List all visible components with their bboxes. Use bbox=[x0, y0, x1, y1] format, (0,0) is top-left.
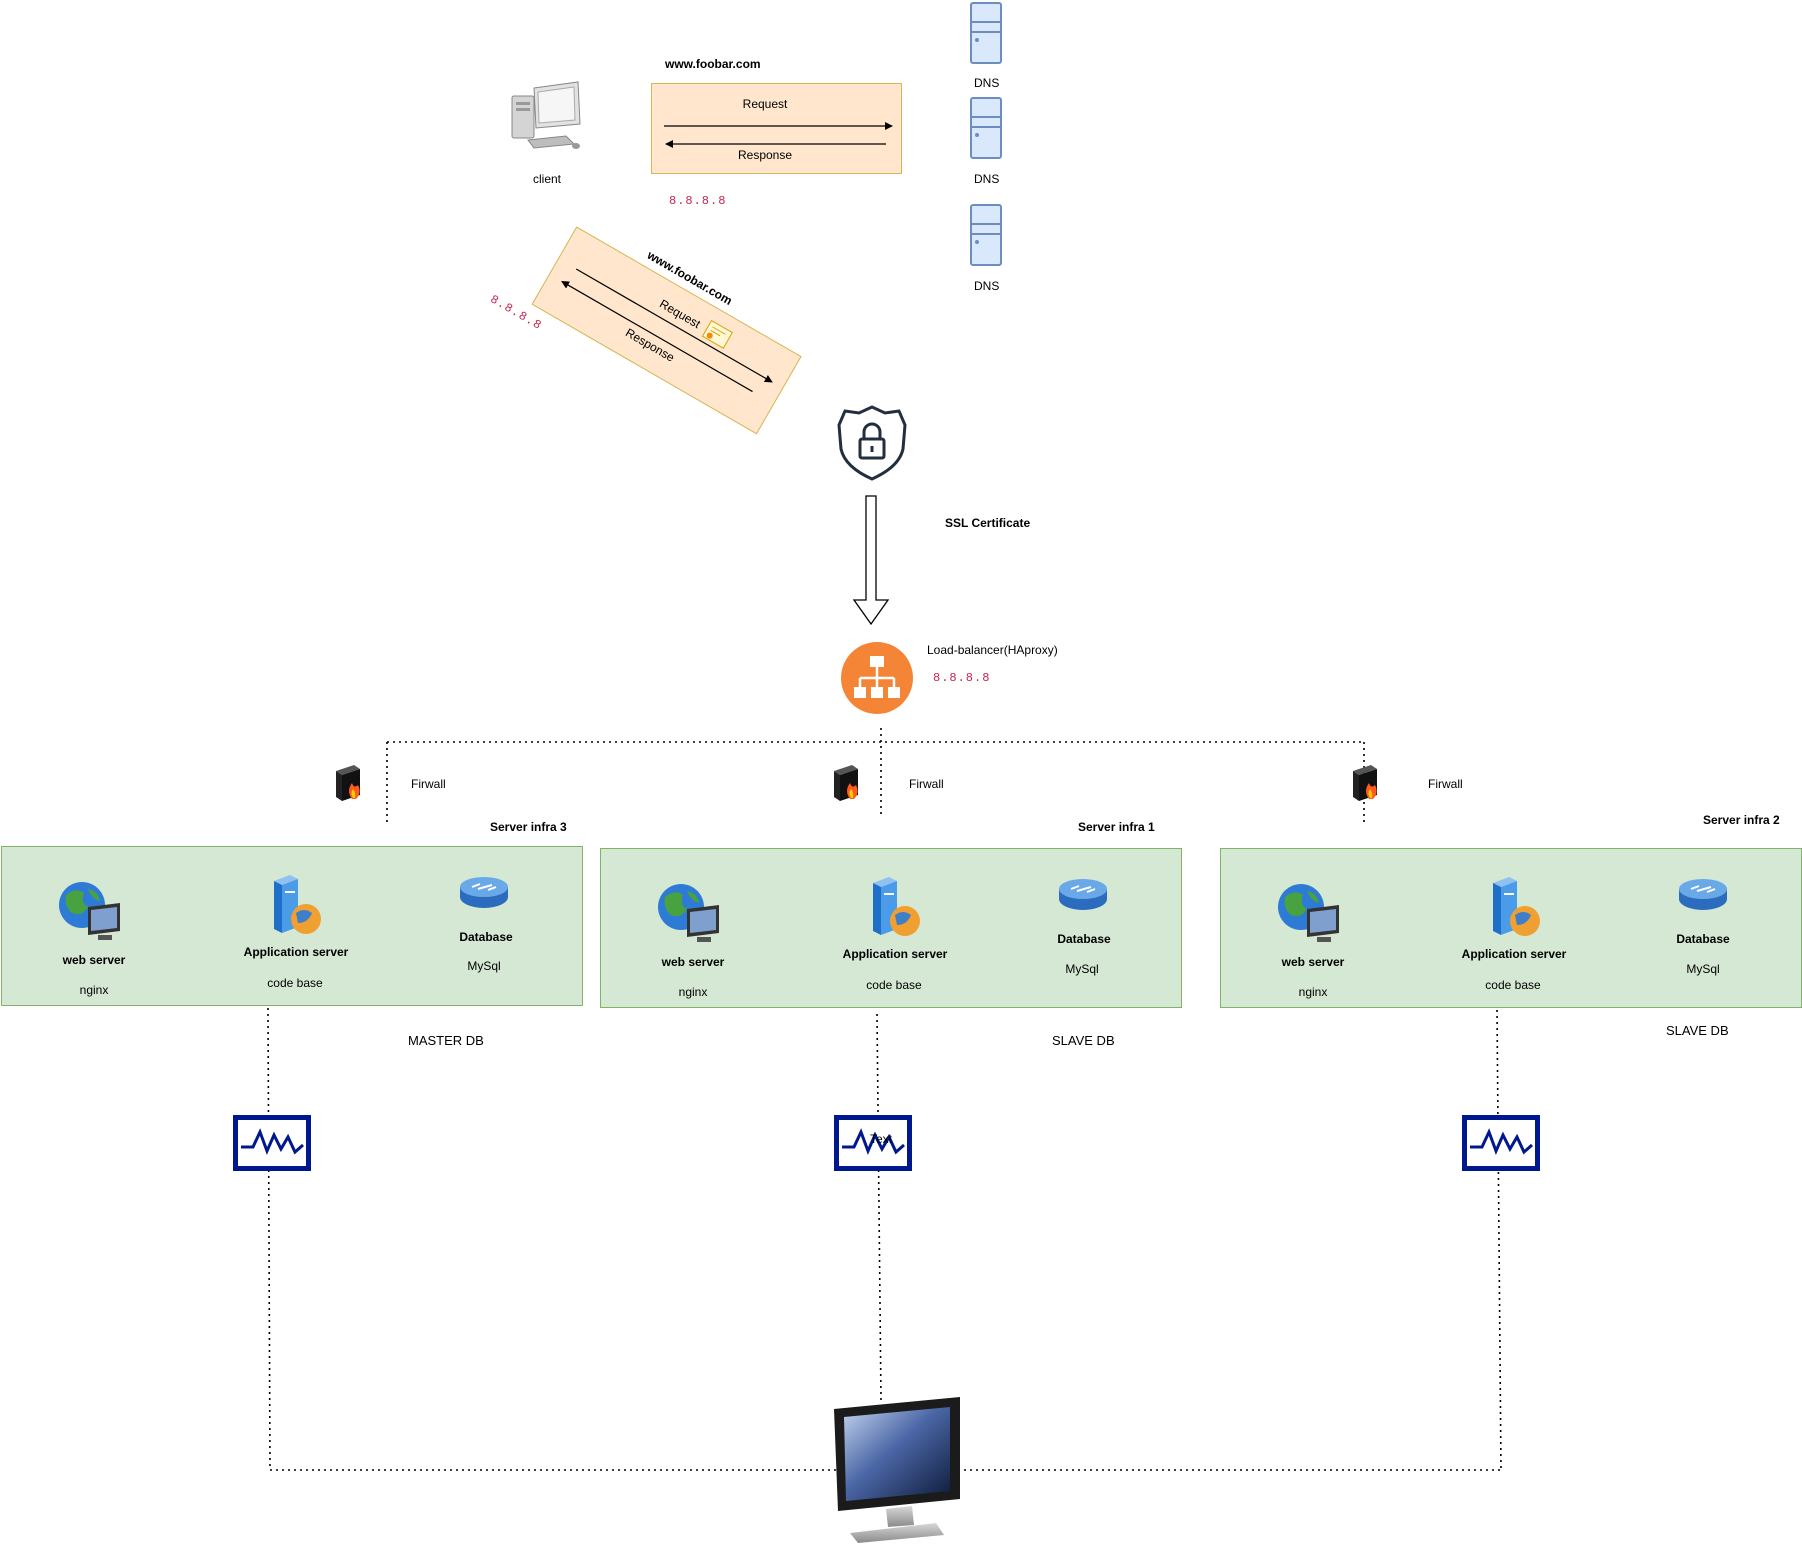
response-label: Response bbox=[737, 148, 793, 162]
dns-label-2: DNS bbox=[974, 172, 1000, 186]
application-server-icon bbox=[268, 873, 324, 944]
globe-web-server-icon bbox=[58, 881, 124, 948]
database-sub: MySql bbox=[1065, 962, 1099, 976]
firewall-label-3: Firwall bbox=[1428, 777, 1463, 791]
database-label: Database bbox=[459, 930, 513, 944]
ip-label: 8.8.8.8 bbox=[669, 194, 727, 208]
database-label: Database bbox=[1676, 932, 1730, 946]
dns-server-icon bbox=[970, 204, 1002, 271]
web-server-label: web server bbox=[62, 953, 126, 967]
monitoring-lines bbox=[267, 947, 1502, 1471]
web-server-label: web server bbox=[1281, 955, 1345, 969]
firewall-icon bbox=[830, 763, 864, 808]
db-role-label: SLAVE DB bbox=[1052, 1033, 1115, 1048]
application-server-icon bbox=[867, 875, 923, 946]
client-label: client bbox=[533, 172, 562, 186]
application-server-sub: code base bbox=[267, 976, 323, 990]
database-sub: MySql bbox=[1686, 962, 1720, 976]
monitor-overlay-text: Text bbox=[870, 1132, 893, 1146]
domain-label: www.foobar.com bbox=[665, 57, 761, 71]
firewall-icon bbox=[1349, 763, 1383, 808]
dns-label-1: DNS bbox=[974, 76, 1000, 90]
load-balancer-icon bbox=[840, 641, 914, 720]
dns-label-3: DNS bbox=[974, 279, 1000, 293]
load-balancer-ip: 8.8.8.8 bbox=[933, 671, 991, 685]
monitor-display-icon bbox=[832, 1395, 964, 1550]
globe-web-server-icon bbox=[657, 883, 723, 950]
db-role-label: SLAVE DB bbox=[1666, 1023, 1729, 1038]
monitoring-icon: Text bbox=[834, 1115, 912, 1176]
server-infra-box: web server nginx Application server code… bbox=[600, 848, 1182, 1008]
security-shield-lock-icon bbox=[833, 403, 911, 488]
application-server-icon bbox=[1487, 875, 1543, 946]
server-infra-box: web server nginx Application server code… bbox=[1220, 848, 1802, 1008]
load-balancer-label: Load-balancer(HAproxy) bbox=[927, 643, 1058, 657]
globe-web-server-icon bbox=[1277, 883, 1343, 950]
ssl-to-lb-arrow bbox=[852, 495, 890, 626]
server-infra-title: Server infra 1 bbox=[1078, 820, 1155, 834]
dns-server-icon bbox=[970, 2, 1002, 69]
lb-distribution-lines bbox=[386, 728, 1365, 824]
monitoring-icon bbox=[233, 1115, 311, 1176]
web-server-label: web server bbox=[661, 955, 725, 969]
server-infra-title: Server infra 2 bbox=[1703, 813, 1780, 827]
database-icon bbox=[458, 875, 510, 916]
dns-server-icon bbox=[970, 97, 1002, 164]
server-infra-title: Server infra 3 bbox=[490, 820, 567, 834]
desktop-computer-icon bbox=[508, 78, 586, 158]
database-sub: MySql bbox=[467, 959, 501, 973]
https-request-group: www.foobar.com Request Response 8.8.8.8 bbox=[488, 226, 802, 489]
firewall-label-2: Firwall bbox=[909, 777, 944, 791]
database-icon bbox=[1677, 877, 1729, 918]
firewall-icon bbox=[332, 763, 366, 808]
connector-layer bbox=[156, 495, 1649, 1471]
server-infra-box: web server nginx Application server code… bbox=[1, 846, 583, 1006]
request-response-card: Request Response bbox=[651, 83, 902, 174]
application-server-label: Application server bbox=[243, 945, 349, 959]
web-server-sub: nginx bbox=[1298, 985, 1328, 999]
firewall-label-1: Firwall bbox=[411, 777, 446, 791]
application-server-sub: code base bbox=[866, 978, 922, 992]
ssl-certificate-label: SSL Certificate bbox=[945, 516, 1031, 530]
monitoring-icon bbox=[1462, 1115, 1540, 1176]
application-server-label: Application server bbox=[842, 947, 948, 961]
database-label: Database bbox=[1057, 932, 1111, 946]
web-server-sub: nginx bbox=[79, 983, 109, 997]
db-role-label: MASTER DB bbox=[408, 1033, 484, 1048]
web-server-sub: nginx bbox=[678, 985, 708, 999]
database-icon bbox=[1057, 877, 1109, 918]
application-server-label: Application server bbox=[1461, 947, 1567, 961]
application-server-sub: code base bbox=[1485, 978, 1541, 992]
